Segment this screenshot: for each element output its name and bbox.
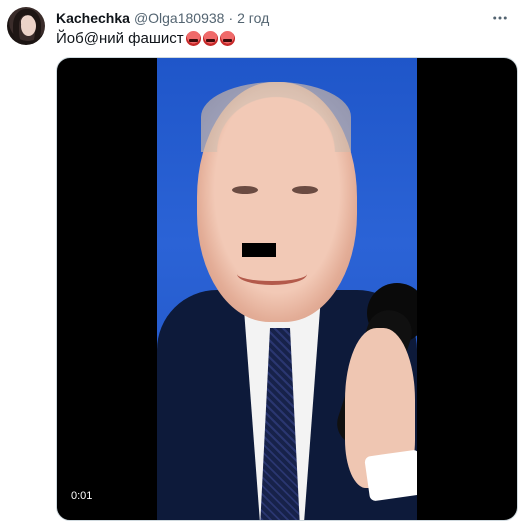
angry-face-icon — [185, 31, 201, 46]
left-eye — [232, 186, 258, 194]
more-icon[interactable] — [490, 8, 510, 28]
hair — [201, 82, 351, 152]
more-icon-svg — [493, 16, 507, 20]
right-eye — [292, 186, 318, 194]
avatar-face — [21, 16, 36, 36]
header-separator: · — [228, 10, 234, 26]
drawn-mustache — [242, 243, 276, 257]
author-name[interactable]: Kachechka — [56, 10, 130, 26]
angry-face-icon — [202, 31, 218, 46]
video-player[interactable]: 0:01 — [56, 57, 518, 521]
video-frame[interactable] — [157, 58, 417, 520]
angry-face-icon — [219, 31, 235, 46]
tweet[interactable]: Kachechka @Olga180938 · 2 год Йоб@ний фа… — [0, 0, 524, 528]
tweet-header: Kachechka @Olga180938 · 2 год — [56, 9, 269, 27]
video-timestamp: 0:01 — [65, 488, 99, 504]
tweet-text: Йоб@ний фашист — [56, 30, 235, 47]
tweet-text-content: Йоб@ний фашист — [56, 30, 184, 47]
avatar[interactable] — [7, 7, 45, 45]
tweet-time[interactable]: 2 год — [237, 10, 269, 26]
mouth — [237, 263, 307, 285]
shirt-cuff — [364, 449, 417, 502]
author-handle[interactable]: @Olga180938 — [134, 10, 225, 26]
